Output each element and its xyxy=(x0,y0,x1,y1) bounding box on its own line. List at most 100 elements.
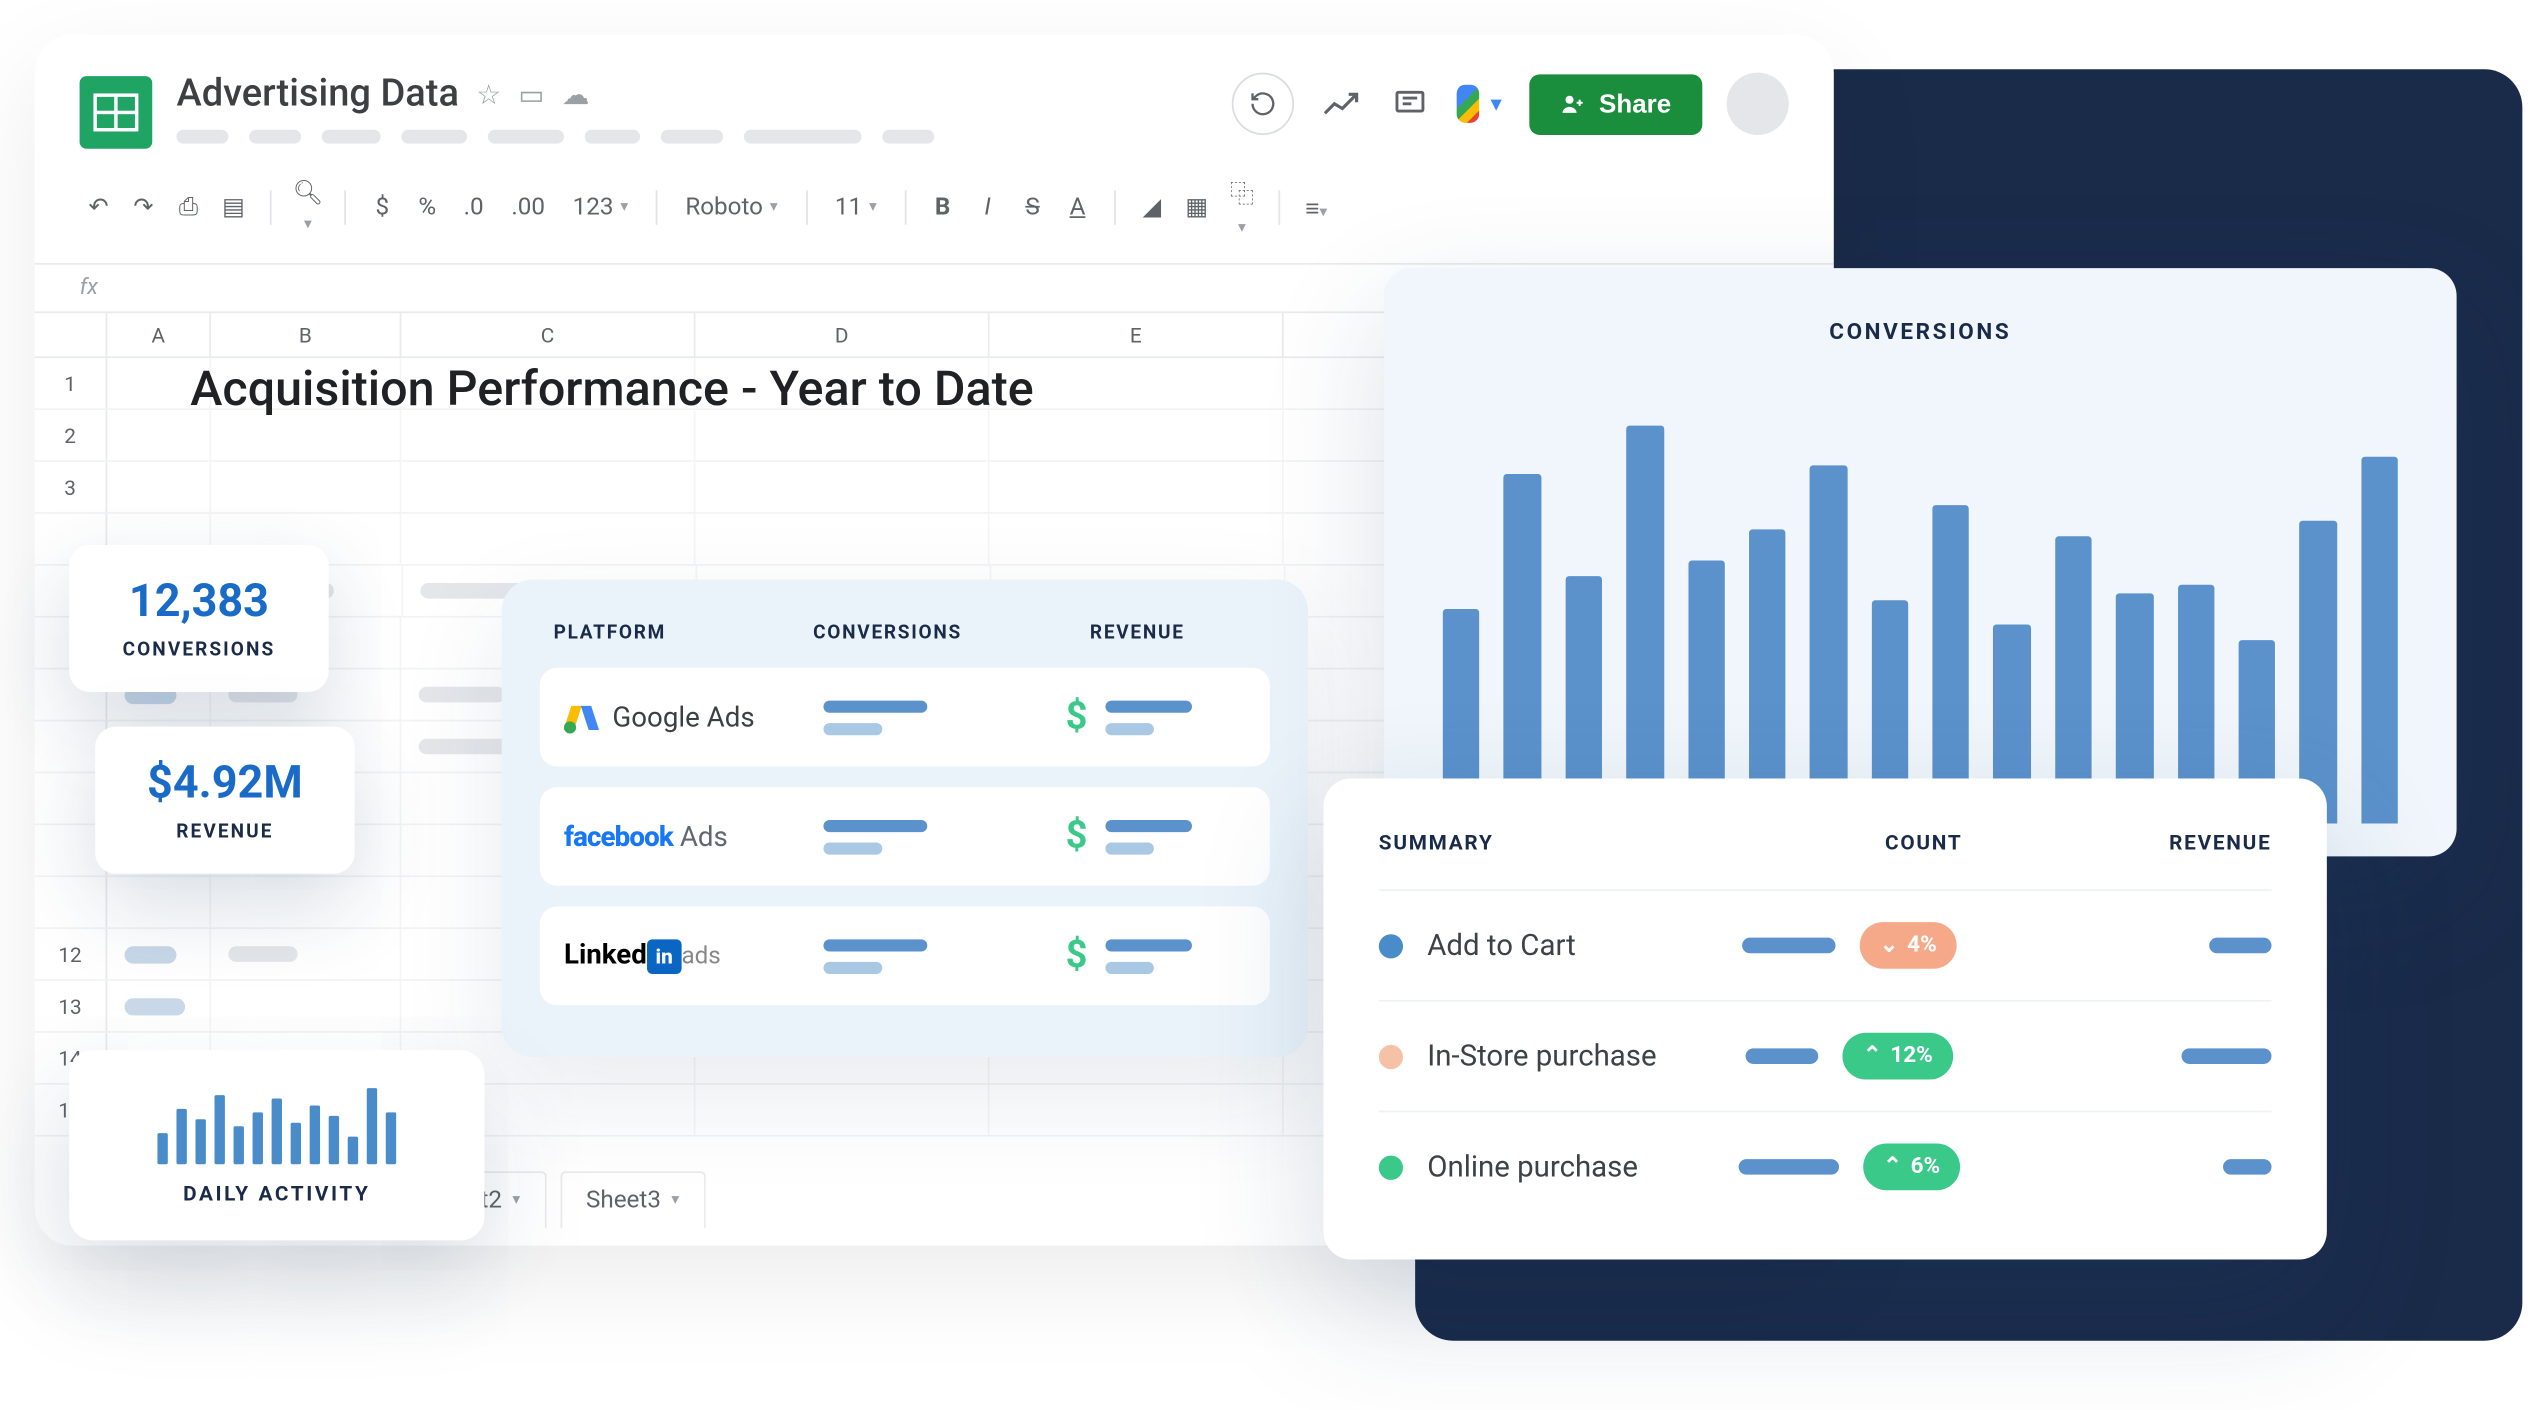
sheets-logo-icon xyxy=(80,76,153,149)
column-header[interactable]: C xyxy=(401,313,695,356)
row-header[interactable]: 2 xyxy=(35,410,108,460)
percent-button[interactable]: % xyxy=(408,187,446,229)
fill-color-icon[interactable]: ◢ xyxy=(1133,187,1171,229)
status-dot-icon xyxy=(1379,933,1403,957)
star-icon[interactable]: ☆ xyxy=(476,78,501,111)
chart-bar xyxy=(2300,521,2337,823)
chevron-down-icon: ⌄ xyxy=(1880,932,1899,958)
summary-name: In-Store purchase xyxy=(1427,1039,1685,1074)
column-header[interactable]: D xyxy=(695,313,989,356)
document-title[interactable]: Advertising Data xyxy=(176,73,459,116)
daily-bar xyxy=(329,1116,339,1164)
avatar[interactable] xyxy=(1727,73,1789,135)
move-folder-icon[interactable]: ▭ xyxy=(518,78,544,111)
decimal-decrease-button[interactable]: .0 xyxy=(453,187,494,229)
daily-bar xyxy=(176,1109,186,1164)
summary-row: Add to Cart⌄4% xyxy=(1379,889,2272,1000)
toolbar[interactable]: ↶ ↷ ⎙ ▤ 🔍︎▾ $ % .0 .00 123▾ Roboto▾ 11▾ … xyxy=(35,149,1834,265)
dollar-icon: $ xyxy=(1066,815,1088,858)
summary-row: Online purchase ⌃6% xyxy=(1379,1111,2272,1222)
column-header[interactable]: E xyxy=(990,313,1284,356)
row-header[interactable]: 12 xyxy=(35,929,108,979)
count-bar xyxy=(1741,938,1834,954)
trend-badge: ⌃6% xyxy=(1862,1144,1961,1191)
meet-icon[interactable]: ▼ xyxy=(1457,85,1505,123)
chart-bar xyxy=(1504,473,1541,823)
font-selector[interactable]: Roboto▾ xyxy=(675,187,788,229)
borders-icon[interactable]: ▦ xyxy=(1178,187,1216,229)
history-icon[interactable] xyxy=(1232,73,1294,135)
italic-button[interactable]: I xyxy=(969,187,1007,229)
row-header[interactable]: 13 xyxy=(35,981,108,1031)
stat-value: $4.92M xyxy=(140,758,310,810)
platform-row: facebook Ads $ xyxy=(540,787,1270,886)
column-header: COUNT xyxy=(1759,830,2088,854)
platform-name: Linkedinads xyxy=(564,938,721,974)
trend-icon[interactable] xyxy=(1319,81,1364,126)
summary-name: Add to Cart xyxy=(1427,928,1685,963)
daily-activity-label: DAILY ACTIVITY xyxy=(111,1182,443,1206)
column-header[interactable]: B xyxy=(211,313,401,356)
chart-title: CONVERSIONS xyxy=(1443,320,2398,346)
platform-row: Google Ads$ xyxy=(540,668,1270,767)
daily-bar xyxy=(367,1088,377,1164)
count-bar xyxy=(1745,1048,1818,1064)
daily-bar xyxy=(272,1099,282,1165)
status-dot-icon xyxy=(1379,1044,1403,1068)
stat-value: 12,383 xyxy=(114,576,284,628)
column-header: PLATFORM xyxy=(554,621,814,643)
currency-button[interactable]: $ xyxy=(363,187,401,229)
daily-bar xyxy=(195,1119,205,1164)
revenue-bar xyxy=(2223,1159,2271,1175)
chart-bar xyxy=(2361,457,2398,823)
column-header: CONVERSIONS xyxy=(813,621,1055,643)
platform-name: facebook Ads xyxy=(564,820,728,853)
revenue-bar xyxy=(2182,1048,2272,1064)
print-icon[interactable]: ⎙ xyxy=(170,187,208,229)
daily-bar xyxy=(215,1095,225,1164)
sheet-tab[interactable]: Sheet3▾ xyxy=(560,1171,705,1228)
summary-name: Online purchase xyxy=(1427,1150,1685,1185)
daily-bar xyxy=(348,1137,358,1165)
menu-bar[interactable] xyxy=(176,130,1208,144)
daily-bar xyxy=(253,1112,263,1164)
font-size-selector[interactable]: 11▾ xyxy=(824,187,887,229)
platform-name: Google Ads xyxy=(612,701,754,734)
text-color-button[interactable]: A xyxy=(1058,187,1096,229)
zoom-icon[interactable]: 🔍︎▾ xyxy=(289,173,327,242)
summary-card: SUMMARY COUNT REVENUE Add to Cart⌄4%In-S… xyxy=(1323,779,2326,1260)
share-button-label: Share xyxy=(1599,89,1671,118)
cloud-status-icon: ☁ xyxy=(562,78,590,111)
bold-button[interactable]: B xyxy=(924,187,962,229)
stat-label: REVENUE xyxy=(140,820,310,842)
row-header[interactable]: 3 xyxy=(35,462,108,512)
decimal-increase-button[interactable]: .00 xyxy=(501,187,555,229)
undo-icon[interactable]: ↶ xyxy=(80,187,118,229)
daily-bar xyxy=(157,1133,167,1164)
align-icon[interactable]: ≡▾ xyxy=(1297,186,1335,229)
stat-label: CONVERSIONS xyxy=(114,638,284,660)
comment-icon[interactable] xyxy=(1388,81,1433,126)
dollar-icon: $ xyxy=(1066,934,1088,977)
revenue-bar xyxy=(2209,938,2271,954)
chart-bar xyxy=(1932,505,1969,823)
merge-cells-icon[interactable]: ⿻▾ xyxy=(1223,170,1261,246)
column-header[interactable]: A xyxy=(107,313,211,356)
daily-bar xyxy=(291,1123,301,1165)
more-formats-button[interactable]: 123▾ xyxy=(562,187,638,229)
strike-button[interactable]: S xyxy=(1014,187,1052,229)
redo-icon[interactable]: ↷ xyxy=(125,187,163,229)
row-header[interactable] xyxy=(35,877,108,927)
chevron-up-icon: ⌃ xyxy=(1883,1154,1902,1180)
trend-badge: ⌃12% xyxy=(1842,1033,1953,1080)
row-header[interactable]: 1 xyxy=(35,358,108,408)
chevron-up-icon: ⌃ xyxy=(1863,1043,1882,1069)
conversions-chart-card: CONVERSIONS xyxy=(1384,268,2457,856)
summary-row: In-Store purchase ⌃12% xyxy=(1379,1000,2272,1111)
paint-format-icon[interactable]: ▤ xyxy=(215,187,253,229)
daily-bar xyxy=(310,1105,320,1164)
stat-card-conversions: 12,383 CONVERSIONS xyxy=(69,545,329,692)
share-button[interactable]: Share xyxy=(1530,74,1702,135)
platform-row: Linkedinads $ xyxy=(540,907,1270,1006)
daily-activity-card: DAILY ACTIVITY xyxy=(69,1050,484,1240)
